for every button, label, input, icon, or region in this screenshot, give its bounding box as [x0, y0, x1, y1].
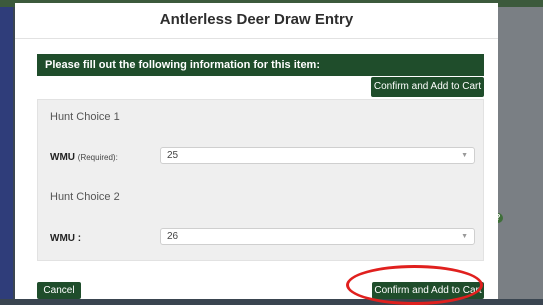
wmu-2-label: WMU :: [50, 233, 81, 244]
divider: [15, 38, 498, 39]
wmu-2-label-text: WMU :: [50, 233, 82, 244]
wmu-1-select[interactable]: 25 ▼: [160, 147, 475, 164]
hunt-choice-2-heading: Hunt Choice 2: [50, 191, 120, 203]
hunt-choices-panel: Hunt Choice 1 WMU (Required): 25 ▼ Hunt …: [37, 99, 484, 261]
wmu-1-label: WMU (Required):: [50, 152, 118, 163]
required-note: (Required):: [77, 153, 118, 162]
modal-title: Antlerless Deer Draw Entry: [159, 11, 354, 28]
chevron-down-icon: ▼: [461, 233, 468, 240]
page-backdrop-left: [0, 0, 13, 299]
entry-modal: Antlerless Deer Draw Entry Please fill o…: [15, 3, 498, 299]
wmu-1-value: 25: [167, 150, 179, 161]
form-instructions-bar: Please fill out the following informatio…: [37, 54, 484, 76]
hunt-choice-1-heading: Hunt Choice 1: [50, 111, 120, 123]
highlight-annotation: [346, 265, 483, 305]
confirm-add-to-cart-button-top[interactable]: Confirm and Add to Cart: [371, 77, 484, 97]
wmu-1-label-text: WMU: [50, 152, 75, 163]
cancel-button[interactable]: Cancel: [37, 282, 81, 299]
wmu-2-select[interactable]: 26 ▼: [160, 228, 475, 245]
page-backdrop-right: [498, 0, 543, 299]
wmu-2-value: 26: [167, 231, 179, 242]
chevron-down-icon: ▼: [461, 152, 468, 159]
